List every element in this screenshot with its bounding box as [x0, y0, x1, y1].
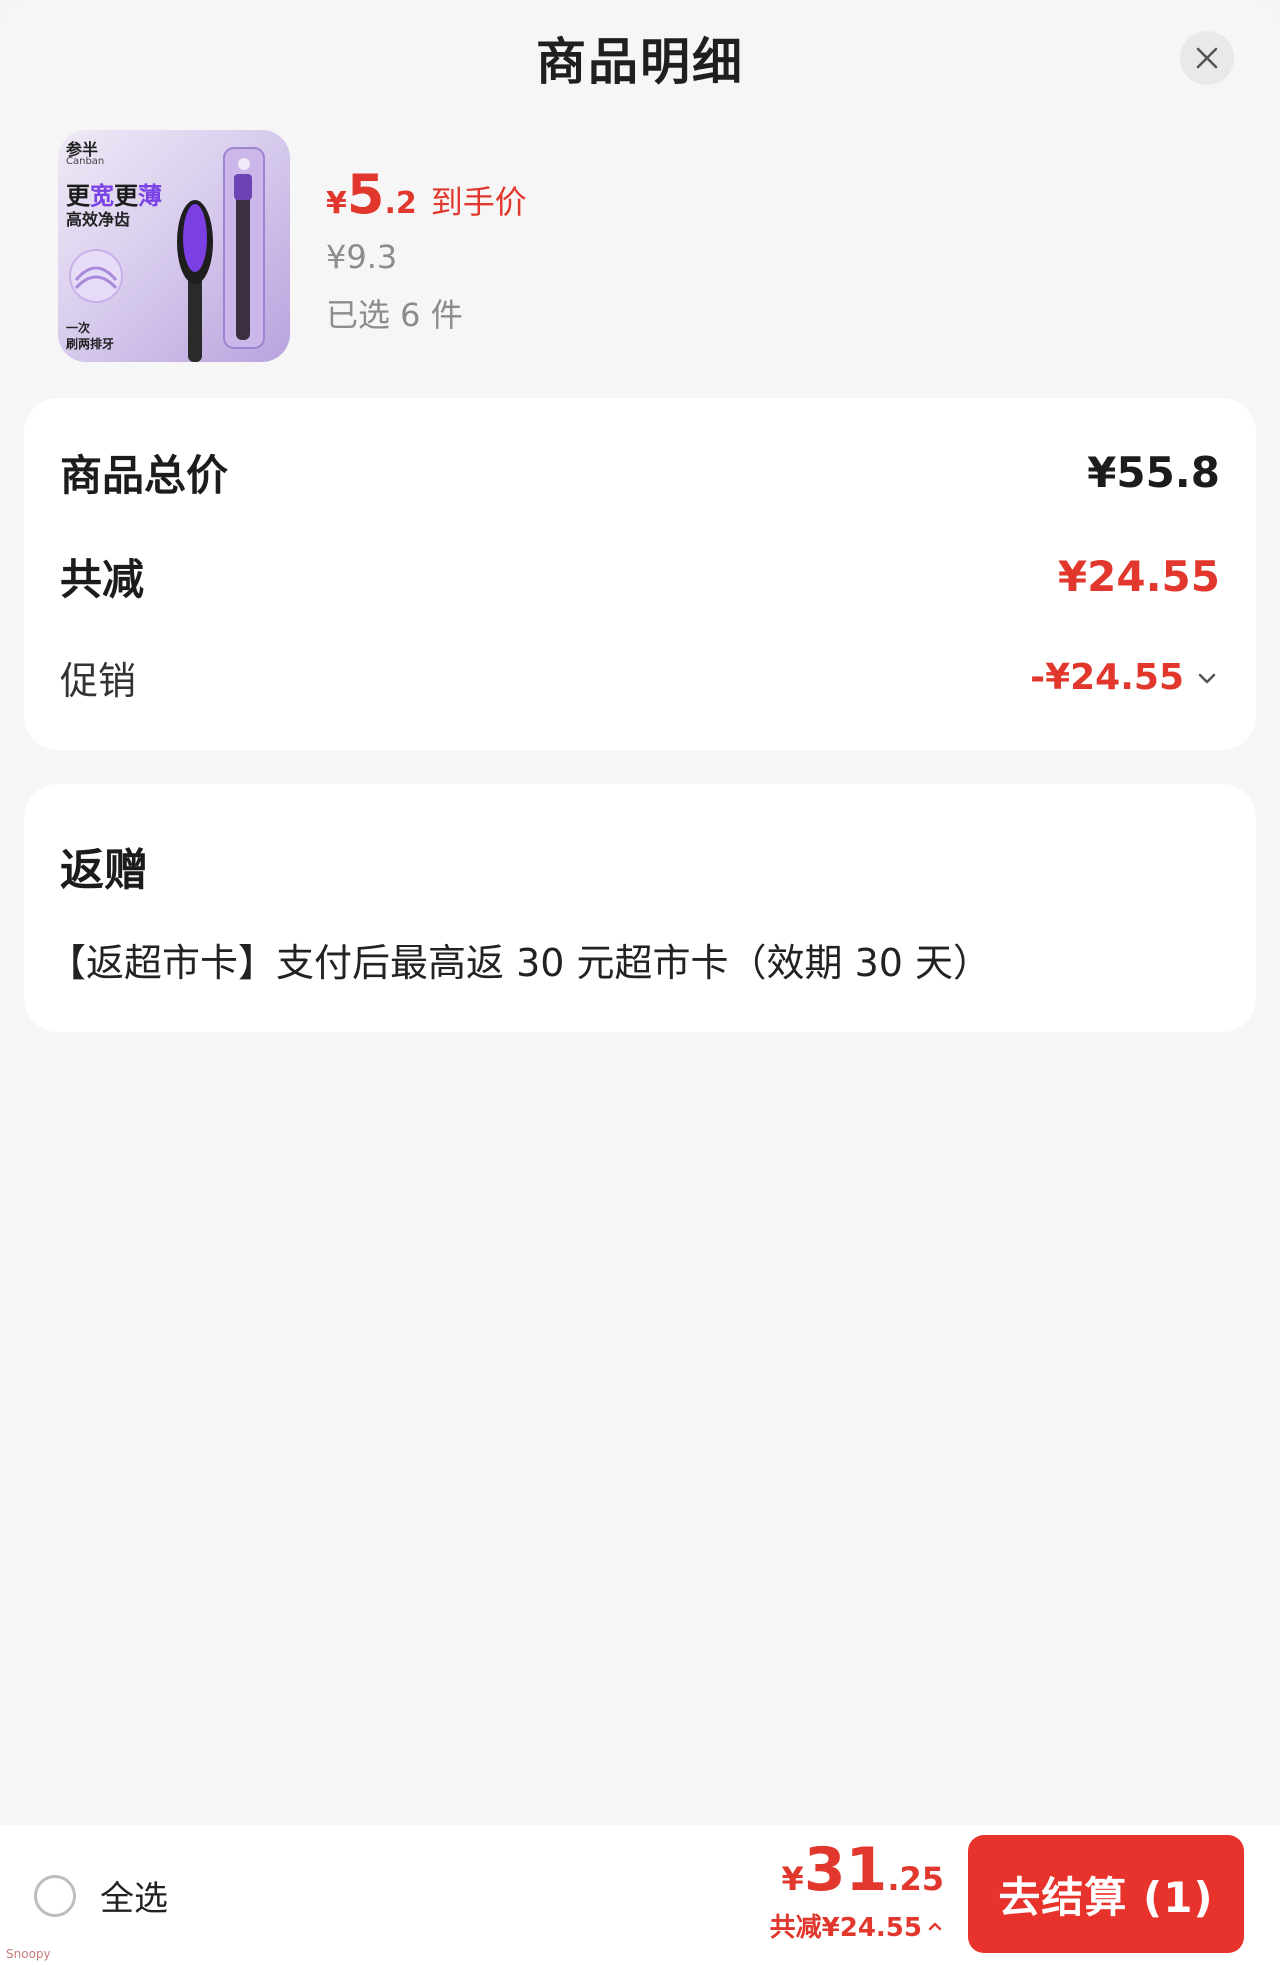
total-price-label: 商品总价	[60, 451, 229, 500]
page-title: 商品明细	[536, 33, 744, 91]
discount-label: 共减	[60, 555, 145, 604]
price-tag: 到手价	[430, 183, 527, 221]
gift-title: 返赠	[60, 845, 148, 896]
promotion-row[interactable]: 促销 -¥24.55	[60, 650, 1220, 705]
product-thumbnail[interactable]: 参半 Canban 更宽更薄 高效净齿 一次 刷两排牙	[58, 130, 290, 362]
original-price: ¥9.3	[326, 238, 398, 276]
price-integer: 5	[346, 163, 385, 226]
thumb-brand-en: Canban	[66, 156, 105, 167]
total-decimal: .25	[887, 1860, 944, 1898]
gift-card: 返赠 【返超市卡】支付后最高返 30 元超市卡（效期 30 天）	[24, 784, 1256, 1032]
gift-description: 【返超市卡】支付后最高返 30 元超市卡（效期 30 天）	[48, 941, 992, 985]
price-symbol: ¥	[326, 186, 347, 221]
select-all-radio[interactable]	[34, 1874, 76, 1917]
discount-row: 共减 ¥24.55	[60, 546, 1220, 607]
thumb-foot: 一次 刷两排牙	[66, 320, 114, 352]
select-all-toggle[interactable]: 全选	[34, 1871, 168, 1920]
total-saving: 共减¥24.55	[770, 1907, 944, 1944]
checkout-button[interactable]: 去结算 (1)	[968, 1835, 1244, 1953]
discount-value: ¥24.55	[1057, 552, 1220, 601]
chevron-up-icon	[928, 1922, 942, 1930]
total-price-value: ¥55.8	[1087, 448, 1220, 497]
total-saving-text: 共减¥24.55	[769, 1913, 922, 1943]
thumb-foot-line: 一次	[66, 321, 91, 335]
promotion-value-group[interactable]: -¥24.55	[1030, 657, 1220, 698]
thumb-subline: 高效净齿	[66, 210, 131, 229]
total-price-row: 商品总价 ¥55.8	[60, 442, 1220, 503]
order-total[interactable]: ¥ 31 .25 共减¥24.55	[770, 1839, 944, 1944]
watermark: Snoopy	[6, 1947, 51, 1961]
final-price: ¥ 5 .2 到手价	[326, 168, 527, 223]
selected-count: 已选 6 件	[326, 296, 463, 334]
select-all-label: 全选	[100, 1879, 168, 1919]
total-integer: 31	[803, 1835, 888, 1905]
product-detail-sheet: 商品明细 参半 Canban 更宽更薄 高效净齿 一次 刷两排牙 ¥ 5 .2 …	[0, 0, 1280, 1965]
price-decimal: .2	[384, 186, 417, 221]
price-breakdown-card: 商品总价 ¥55.8 共减 ¥24.55 促销 -¥24.55	[24, 398, 1256, 750]
checkout-bar: 全选 ¥ 31 .25 共减¥24.55 去结算 (1)	[0, 1825, 1280, 1965]
close-icon	[1196, 47, 1218, 69]
promotion-label: 促销	[60, 659, 137, 703]
close-button[interactable]	[1180, 31, 1234, 85]
thumb-headline-part: 薄	[138, 182, 162, 210]
total-amount: ¥ 31 .25	[770, 1839, 944, 1901]
chevron-down-icon	[1198, 673, 1216, 683]
thumb-foot-line: 刷两排牙	[66, 337, 115, 351]
promotion-value: -¥24.55	[1030, 657, 1184, 698]
total-symbol: ¥	[781, 1860, 804, 1898]
